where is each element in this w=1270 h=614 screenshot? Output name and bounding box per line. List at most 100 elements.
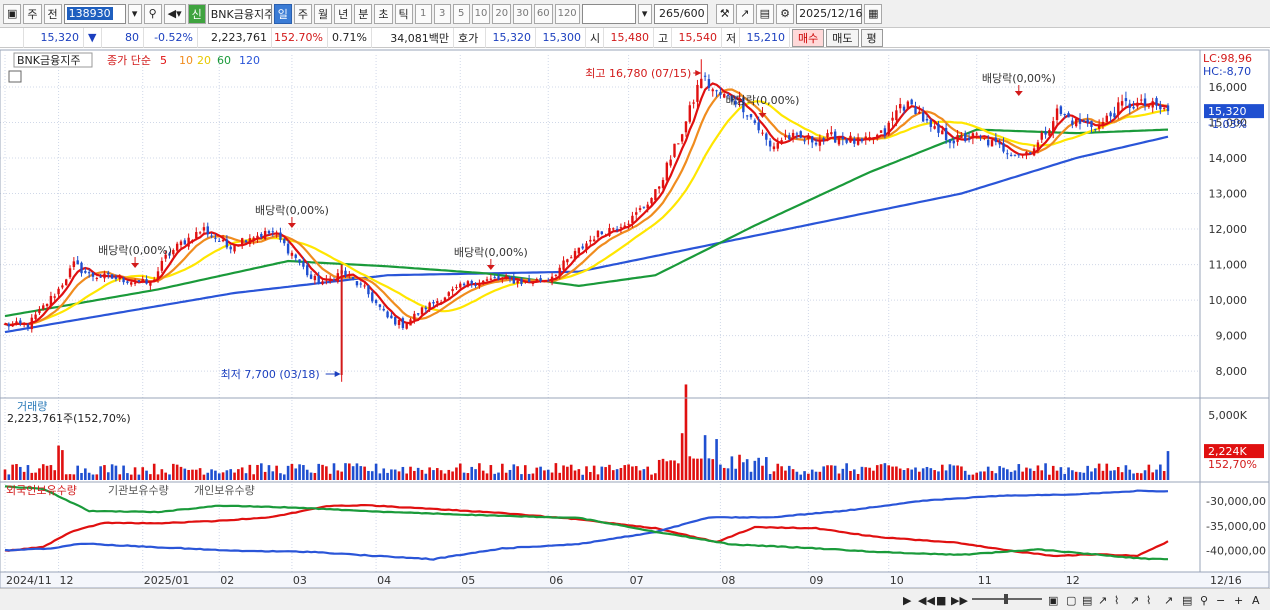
volume-bar [1151, 472, 1154, 480]
volume-bar [191, 469, 194, 480]
chart-area[interactable]: 최고 16,780 (07/15) 최저 7,700 (03/18) 배당락(0,0… [0, 49, 1270, 610]
stop-icon[interactable]: ■ [936, 594, 946, 607]
holdings-legend-1: 기관보유수량 [108, 484, 169, 497]
candle-body [811, 136, 814, 143]
candle-body [684, 121, 688, 133]
candle-body [57, 288, 60, 295]
candle-body [321, 281, 324, 285]
candle-body [906, 101, 910, 110]
font-size-icon[interactable]: A [1252, 594, 1260, 607]
volume-bar [952, 465, 956, 480]
search-icon[interactable]: ⚲ [143, 3, 162, 24]
interval-5[interactable]: 5 [452, 3, 470, 24]
volume-bar [263, 471, 267, 480]
candle-body [1086, 119, 1089, 123]
chart-svg[interactable]: 최고 16,780 (07/15) 최저 7,700 (03/18) 배당락(0,0… [0, 49, 1270, 610]
interval-dropdown-icon[interactable]: ▾ [637, 3, 652, 24]
interval-3[interactable]: 3 [433, 3, 451, 24]
indicator-icon[interactable]: ↗ [735, 3, 754, 24]
volume-bar [99, 466, 102, 480]
buy-button[interactable]: 매수 [792, 28, 825, 47]
interval-custom-input[interactable] [581, 3, 636, 24]
candle-body [929, 119, 933, 127]
period-select[interactable]: 주 [23, 3, 42, 24]
chart-tool-icon-6[interactable]: ↗ [1130, 594, 1139, 607]
volume-bar [501, 463, 504, 480]
volume-bar [286, 465, 290, 480]
chart-tool-icon-5[interactable]: ⌇ [1114, 594, 1119, 607]
current-price-tag: 15,320 [1208, 105, 1247, 118]
zoom-search-icon[interactable]: ⚲ [1200, 594, 1208, 607]
chart-tool-icon-4[interactable]: ↗ [1098, 594, 1107, 607]
candle-body [642, 206, 646, 208]
volume-bar [271, 471, 275, 480]
interval-120[interactable]: 120 [554, 3, 580, 24]
candle-body [677, 143, 680, 145]
tools-icon[interactable]: ⚒ [715, 3, 734, 24]
candle-body [971, 133, 975, 139]
interval-60[interactable]: 60 [533, 3, 553, 24]
volume-bar [852, 469, 856, 480]
rewind-icon[interactable]: ◀◀ [918, 594, 935, 607]
chart-tool-icon-3[interactable]: ▤ [1082, 594, 1092, 607]
volume-bar [696, 458, 699, 480]
new-badge[interactable]: 신 [187, 3, 206, 24]
sell-button[interactable]: 매도 [826, 28, 859, 47]
candle-body [619, 227, 623, 229]
chart-tool-icon-9[interactable]: ▤ [1182, 594, 1192, 607]
volume-bar [554, 463, 558, 480]
candle-body [443, 297, 447, 302]
volume-bar [608, 464, 611, 480]
period-year[interactable]: 년 [334, 3, 353, 24]
period-week[interactable]: 주 [293, 3, 313, 24]
candle-body [1055, 108, 1059, 121]
count-input[interactable]: 265/600 [653, 3, 708, 24]
scroll-right-icon[interactable]: ▶ [903, 594, 912, 607]
interval-10[interactable]: 10 [471, 3, 491, 24]
interval-1[interactable]: 1 [414, 3, 432, 24]
period-tick[interactable]: 틱 [394, 3, 413, 24]
candle-body [332, 279, 336, 282]
down-arrow-icon: ▼ [84, 27, 102, 48]
forward-icon[interactable]: ▶▶ [951, 594, 968, 607]
save-icon[interactable]: ▤ [755, 3, 775, 24]
settings-icon[interactable]: ⚙ [776, 3, 795, 24]
zoom-slider-handle[interactable] [1004, 594, 1008, 604]
calendar-icon[interactable]: ▦ [864, 3, 883, 24]
chart-tool-icon-8[interactable]: ↗ [1164, 594, 1173, 607]
date-input[interactable]: 2025/12/16 [796, 3, 862, 24]
candle-body [447, 292, 450, 296]
candle-body [1117, 102, 1120, 115]
chart-tool-icon-2[interactable]: ▢ [1066, 594, 1076, 607]
volume-bar [1009, 471, 1013, 480]
volume-bar [1124, 465, 1128, 480]
zoom-out-icon[interactable]: − [1216, 594, 1225, 607]
stock-code-input[interactable]: 138930 [63, 3, 126, 24]
prev-button[interactable]: 전 [43, 3, 62, 24]
period-month[interactable]: 월 [314, 3, 333, 24]
candle-body [608, 228, 611, 236]
period-minute[interactable]: 분 [354, 3, 373, 24]
volume-bar [646, 466, 650, 480]
code-dropdown-icon[interactable]: ▾ [127, 3, 142, 24]
volume-bar [504, 472, 508, 480]
candle-body [38, 309, 41, 314]
ma-legend-1: 10 [179, 54, 193, 67]
chart-tool-icon-7[interactable]: ⌇ [1146, 594, 1151, 607]
holdings-y-tick-2: -40,000,00 [1206, 544, 1266, 557]
candle-body [336, 273, 340, 282]
interval-30[interactable]: 30 [513, 3, 532, 24]
interval-20[interactable]: 20 [492, 3, 512, 24]
avg-button[interactable]: 평 [860, 28, 883, 47]
volume-bar [187, 469, 190, 480]
volume-bar [921, 468, 925, 480]
candle-body [302, 261, 305, 267]
period-day[interactable]: 일 [273, 3, 292, 24]
zoom-in-icon[interactable]: + [1234, 594, 1243, 607]
volume-bar [1074, 471, 1078, 480]
period-second[interactable]: 초 [374, 3, 393, 24]
candle-body [485, 279, 489, 281]
sound-icon[interactable]: ◀▾ [163, 3, 186, 24]
layout-icon[interactable]: ▣ [3, 3, 22, 24]
chart-tool-icon-1[interactable]: ▣ [1048, 594, 1058, 607]
